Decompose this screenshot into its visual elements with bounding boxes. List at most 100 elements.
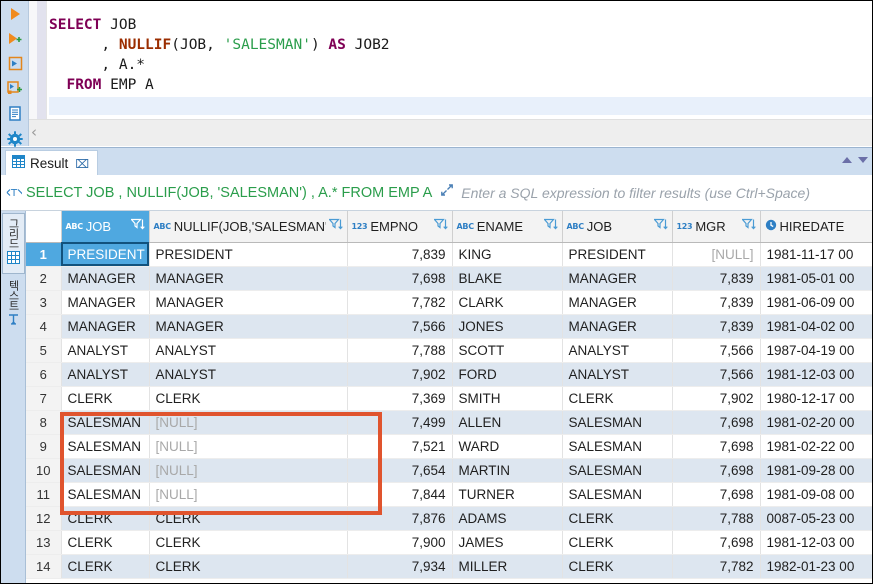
- cell[interactable]: CLERK: [149, 506, 348, 531]
- maximize-icon[interactable]: [440, 183, 454, 202]
- scroll-down-icon[interactable]: [858, 157, 868, 163]
- cell[interactable]: 7,839: [347, 242, 453, 267]
- table-row[interactable]: 14 CLERK CLERK 7,934 MILLER CLERK 7,782 1982-01…: [26, 554, 872, 579]
- cell[interactable]: MILLER: [452, 554, 563, 579]
- cell[interactable]: SALESMAN: [562, 410, 673, 435]
- cell[interactable]: 1981-11-17 00: [760, 242, 872, 267]
- scroll-up-icon[interactable]: [842, 157, 852, 163]
- cell[interactable]: 7,698: [672, 482, 761, 507]
- cell[interactable]: 7,521: [347, 434, 453, 459]
- cell[interactable]: SALESMAN: [61, 458, 150, 483]
- close-icon[interactable]: ⌧: [75, 157, 89, 171]
- cell[interactable]: [NULL]: [149, 434, 348, 459]
- row-number[interactable]: 3: [26, 290, 62, 315]
- cell[interactable]: SCOTT: [452, 338, 563, 363]
- sort-filter-icon[interactable]: [327, 218, 343, 234]
- cell[interactable]: 7,698: [672, 410, 761, 435]
- sort-filter-icon[interactable]: [129, 218, 145, 234]
- cell[interactable]: 1981-06-09 00: [760, 290, 872, 315]
- cell[interactable]: SMITH: [452, 386, 563, 411]
- cell[interactable]: [NULL]: [149, 458, 348, 483]
- cell[interactable]: 7,499: [347, 410, 453, 435]
- row-number[interactable]: 10: [26, 458, 62, 483]
- row-number[interactable]: 11: [26, 482, 62, 507]
- cell[interactable]: FORD: [452, 362, 563, 387]
- cell[interactable]: 7,566: [672, 362, 761, 387]
- cell[interactable]: CLERK: [61, 554, 150, 579]
- row-number[interactable]: 8: [26, 410, 62, 435]
- cell[interactable]: MANAGER: [61, 314, 150, 339]
- cell[interactable]: JONES: [452, 314, 563, 339]
- cell[interactable]: 7,839: [672, 314, 761, 339]
- cell[interactable]: 7,839: [672, 290, 761, 315]
- table-row[interactable]: 5 ANALYST ANALYST 7,788 SCOTT ANALYST 7,566 198…: [26, 338, 872, 363]
- row-number[interactable]: 14: [26, 554, 62, 579]
- table-row[interactable]: 13 CLERK CLERK 7,900 JAMES CLERK 7,698 1981-12-…: [26, 530, 872, 555]
- side-tab-text[interactable]: 텍스트: [2, 276, 25, 335]
- table-row[interactable]: 11 SALESMAN [NULL] 7,844 TURNER SALESMAN 7,698…: [26, 482, 872, 507]
- table-row[interactable]: 10 SALESMAN [NULL] 7,654 MARTIN SALESMAN 7,698…: [26, 458, 872, 483]
- cell[interactable]: MANAGER: [149, 266, 348, 291]
- cell[interactable]: MANAGER: [61, 290, 150, 315]
- cell[interactable]: 1981-09-08 00: [760, 482, 872, 507]
- column-header-nullif-job-salesman[interactable]: ABC NULLIF(JOB,'SALESMAN'): [149, 211, 348, 243]
- column-header-ename[interactable]: ABC ENAME: [452, 211, 563, 243]
- sql-code-text[interactable]: SELECT JOB , NULLIF(JOB, 'SALESMAN') AS …: [49, 15, 869, 95]
- row-number[interactable]: 1: [26, 242, 62, 267]
- cell[interactable]: 7,369: [347, 386, 453, 411]
- cell[interactable]: 7,654: [347, 458, 453, 483]
- cell[interactable]: JAMES: [452, 530, 563, 555]
- cell[interactable]: 7,902: [347, 362, 453, 387]
- row-number[interactable]: 9: [26, 434, 62, 459]
- sort-filter-icon[interactable]: [432, 218, 448, 234]
- cell[interactable]: 1981-02-22 00: [760, 434, 872, 459]
- cell[interactable]: 7,876: [347, 506, 453, 531]
- sort-filter-icon[interactable]: [542, 218, 558, 234]
- cell[interactable]: 1981-12-03 00: [760, 530, 872, 555]
- cell[interactable]: BLAKE: [452, 266, 563, 291]
- cell[interactable]: 0087-05-23 00: [760, 506, 872, 531]
- execute-expression-icon[interactable]: [1, 76, 29, 101]
- cell[interactable]: 1981-02-20 00: [760, 410, 872, 435]
- explain-plan-icon[interactable]: [1, 101, 29, 126]
- execute-statement-icon[interactable]: [1, 1, 29, 26]
- cell[interactable]: 7,782: [347, 290, 453, 315]
- filter-sql-text[interactable]: SELECT JOB , NULLIF(JOB, 'SALESMAN') , A…: [26, 185, 432, 201]
- cell[interactable]: 7,698: [672, 530, 761, 555]
- row-number[interactable]: 5: [26, 338, 62, 363]
- cell[interactable]: 7,900: [347, 530, 453, 555]
- cell[interactable]: KING: [452, 242, 563, 267]
- cell[interactable]: PRESIDENT: [149, 242, 348, 267]
- cell[interactable]: 1987-04-19 00: [760, 338, 872, 363]
- row-number[interactable]: 2: [26, 266, 62, 291]
- table-row[interactable]: 1 PRESIDENT PRESIDENT 7,839 KING PRESIDENT [NU…: [26, 242, 872, 267]
- cell[interactable]: CLERK: [61, 506, 150, 531]
- cell[interactable]: CLERK: [61, 530, 150, 555]
- table-row[interactable]: 9 SALESMAN [NULL] 7,521 WARD SALESMAN 7,698 198…: [26, 434, 872, 459]
- cell[interactable]: 7,566: [347, 314, 453, 339]
- table-row[interactable]: 3 MANAGER MANAGER 7,782 CLARK MANAGER 7,839 198…: [26, 290, 872, 315]
- cell[interactable]: 1982-01-23 00: [760, 554, 872, 579]
- cell[interactable]: MANAGER: [562, 314, 673, 339]
- cell[interactable]: 1981-12-03 00: [760, 362, 872, 387]
- cell[interactable]: [NULL]: [149, 410, 348, 435]
- cell[interactable]: MANAGER: [149, 290, 348, 315]
- cell[interactable]: 7,844: [347, 482, 453, 507]
- cell[interactable]: PRESIDENT: [61, 242, 150, 267]
- row-number[interactable]: 7: [26, 386, 62, 411]
- cell[interactable]: ANALYST: [562, 362, 673, 387]
- result-filter-bar[interactable]: T SELECT JOB , NULLIF(JOB, 'SALESMAN') ,…: [1, 175, 872, 211]
- column-header-hiredate[interactable]: HIREDATE: [760, 211, 872, 243]
- cell[interactable]: [NULL]: [149, 482, 348, 507]
- cell[interactable]: 1980-12-17 00: [760, 386, 872, 411]
- cell[interactable]: CLERK: [562, 554, 673, 579]
- side-tab-grid[interactable]: 그리드: [2, 213, 25, 274]
- execute-into-new-tab-icon[interactable]: [1, 51, 29, 76]
- table-row[interactable]: 2 MANAGER MANAGER 7,698 BLAKE MANAGER 7,839 198…: [26, 266, 872, 291]
- row-number[interactable]: 6: [26, 362, 62, 387]
- column-header-mgr[interactable]: 123 MGR: [672, 211, 761, 243]
- column-header-job[interactable]: ABC JOB: [61, 211, 150, 243]
- execute-script-icon[interactable]: [1, 26, 29, 51]
- table-row[interactable]: 4 MANAGER MANAGER 7,566 JONES MANAGER 7,839 198…: [26, 314, 872, 339]
- column-header-job[interactable]: ABC JOB: [562, 211, 673, 243]
